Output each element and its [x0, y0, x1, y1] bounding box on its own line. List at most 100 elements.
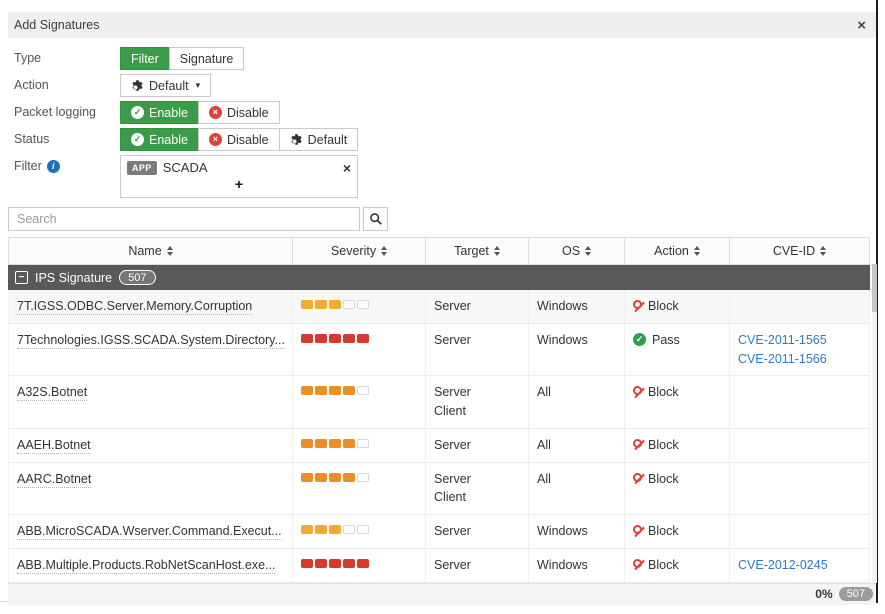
filter-token: APP SCADA × — [127, 160, 351, 175]
table-row[interactable]: 7Technologies.IGSS.SCADA.System.Director… — [8, 324, 870, 377]
action-cell: Block — [625, 290, 730, 323]
column-header-cve-id[interactable]: CVE-ID — [730, 238, 869, 264]
sort-icon — [820, 246, 826, 256]
signature-name: ABB.MicroSCADA.Wserver.Command.Execut... — [17, 524, 282, 540]
cve-cell: CVE-2011-1565CVE-2011-1566 — [730, 324, 869, 376]
sort-icon — [585, 246, 591, 256]
severity-bar-icon — [301, 556, 417, 568]
form-row-type: Type Filter Signature — [14, 47, 876, 70]
signatures-table: Name Severity Target OS Action CVE-ID − IPS S… — [8, 237, 870, 583]
severity-block-filled — [315, 386, 327, 395]
cve-cell: CVE-2012-0245 — [730, 549, 869, 582]
column-header-os[interactable]: OS — [529, 238, 625, 264]
packet-logging-disable-button[interactable]: × Disable — [198, 101, 280, 124]
severity-block-filled — [315, 439, 327, 448]
column-header-label: CVE-ID — [773, 244, 815, 258]
filter-entry-box[interactable]: APP SCADA × + — [120, 155, 358, 198]
signature-name-cell: A32S.Botnet — [9, 376, 293, 428]
column-header-name[interactable]: Name — [9, 238, 293, 264]
block-icon — [633, 300, 642, 309]
type-signature-button[interactable]: Signature — [169, 47, 245, 70]
severity-block-filled — [315, 559, 327, 568]
severity-block-filled — [301, 439, 313, 448]
status-default-button[interactable]: Default — [279, 128, 359, 151]
pass-check-icon: ✓ — [633, 333, 646, 346]
target-cell: Server — [426, 549, 529, 582]
search-button[interactable] — [363, 207, 388, 231]
status-disable-button[interactable]: × Disable — [198, 128, 280, 151]
add-filter-icon[interactable]: + — [235, 176, 243, 192]
action-value: Block — [648, 297, 679, 316]
severity-block-filled — [343, 559, 355, 568]
gear-icon — [290, 133, 303, 146]
packet-logging-segment: ✓ Enable × Disable — [120, 101, 280, 124]
group-row-ips-signature[interactable]: − IPS Signature 507 — [8, 265, 870, 290]
severity-bar-icon — [301, 331, 417, 343]
severity-block-empty — [357, 386, 369, 395]
action-default-dropdown[interactable]: Default ▾ — [120, 74, 211, 97]
table-row[interactable]: ABB.Multiple.Products.RobNetScanHost.exe… — [8, 549, 870, 583]
table-row[interactable]: 7T.IGSS.ODBC.Server.Memory.Corruption Ser… — [8, 290, 870, 324]
target-value: Server — [434, 297, 520, 316]
remove-filter-icon[interactable]: × — [343, 161, 351, 175]
column-header-action[interactable]: Action — [625, 238, 730, 264]
cve-link[interactable]: CVE-2012-0245 — [738, 556, 861, 575]
signature-filter-form: Type Filter Signature Action Default ▾ P… — [0, 38, 876, 198]
status-enable-button[interactable]: ✓ Enable — [120, 128, 199, 151]
cve-cell — [730, 290, 869, 323]
column-header-label: Target — [454, 244, 489, 258]
check-circle-icon: ✓ — [131, 106, 144, 119]
status-label: Status — [14, 128, 120, 146]
severity-block-filled — [343, 439, 355, 448]
scrollbar-thumb[interactable] — [872, 264, 877, 312]
search-input[interactable] — [8, 207, 360, 231]
os-cell: All — [529, 463, 625, 515]
status-segment: ✓ Enable × Disable Default — [120, 128, 358, 151]
type-filter-button[interactable]: Filter — [120, 47, 170, 70]
vertical-scrollbar[interactable] — [872, 264, 877, 583]
severity-block-filled — [329, 473, 341, 482]
group-count-badge: 507 — [119, 270, 155, 285]
close-icon[interactable]: × — [857, 18, 866, 33]
severity-bar-icon — [301, 470, 417, 482]
enable-label: Enable — [149, 106, 188, 120]
add-signatures-dialog: Add Signatures × Type Filter Signature A… — [0, 0, 885, 614]
cve-link[interactable]: CVE-2011-1566 — [738, 350, 861, 369]
severity-block-empty — [357, 300, 369, 309]
table-row[interactable]: AARC.BotnetServerClientAllBlock — [8, 463, 870, 516]
severity-block-filled — [329, 300, 341, 309]
table-row[interactable]: AAEH.BotnetServerAllBlock — [8, 429, 870, 463]
target-value: Server — [434, 556, 520, 575]
total-count-badge: 507 — [839, 587, 873, 601]
signature-name: AARC.Botnet — [17, 472, 91, 488]
packet-logging-label: Packet logging — [14, 101, 120, 119]
block-icon — [633, 473, 642, 482]
column-header-severity[interactable]: Severity — [293, 238, 426, 264]
action-cell: Block — [625, 376, 730, 428]
severity-block-empty — [357, 473, 369, 482]
table-row[interactable]: A32S.BotnetServerClientAllBlock — [8, 376, 870, 429]
severity-bar-icon — [301, 522, 417, 534]
action-cell: Block — [625, 549, 730, 582]
os-cell: Windows — [529, 549, 625, 582]
severity-block-filled — [301, 525, 313, 534]
signature-name-cell: AAEH.Botnet — [9, 429, 293, 462]
severity-block-filled — [329, 525, 341, 534]
signature-name-cell: 7T.IGSS.ODBC.Server.Memory.Corruption — [9, 290, 293, 323]
os-cell: Windows — [529, 515, 625, 548]
severity-block-filled — [301, 473, 313, 482]
target-cell: Server — [426, 290, 529, 323]
table-header-row: Name Severity Target OS Action CVE-ID — [8, 237, 870, 265]
severity-block-filled — [329, 559, 341, 568]
dialog-title: Add Signatures — [14, 18, 99, 32]
packet-logging-enable-button[interactable]: ✓ Enable — [120, 101, 199, 124]
severity-bar-icon — [301, 383, 417, 395]
cve-link[interactable]: CVE-2011-1565 — [738, 331, 861, 350]
table-row[interactable]: ABB.MicroSCADA.Wserver.Command.Execut...… — [8, 515, 870, 549]
column-header-target[interactable]: Target — [426, 238, 529, 264]
column-header-label: Action — [654, 244, 689, 258]
column-header-label: Severity — [331, 244, 376, 258]
form-row-filter: Filter i APP SCADA × + — [14, 155, 876, 198]
collapse-icon[interactable]: − — [15, 271, 28, 284]
target-value: Server — [434, 436, 520, 455]
